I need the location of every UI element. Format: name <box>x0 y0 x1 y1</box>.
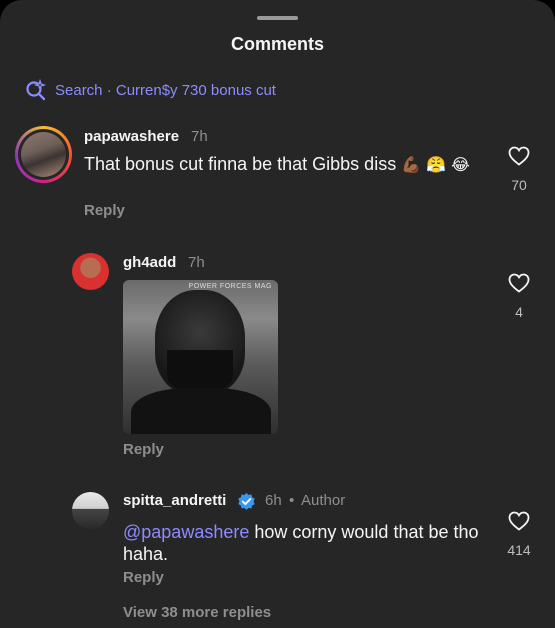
page-title: Comments <box>230 34 324 54</box>
search-suggestion-link[interactable]: Search · Curren$y 730 bonus cut <box>25 79 276 101</box>
emoji: 💪🏾 <box>401 155 422 174</box>
like-count: 70 <box>511 177 527 193</box>
comment-text-content: That bonus cut finna be that Gibbs diss <box>84 154 397 174</box>
search-suggestion-text: Search · Curren$y 730 bonus cut <box>55 81 276 99</box>
image-watermark: POWER FORCES MAG <box>188 283 272 290</box>
separator-dot: • <box>289 492 295 509</box>
comment-image[interactable]: POWER FORCES MAG <box>123 280 278 434</box>
emoji: 😂 <box>451 155 470 174</box>
like-count: 414 <box>507 542 531 558</box>
like-button[interactable]: 4 <box>499 273 539 320</box>
heart-icon <box>508 146 530 171</box>
photo-subject-beard <box>167 350 233 392</box>
comment-username[interactable]: gh4add <box>123 254 176 271</box>
comment-time: 6h <box>265 492 282 509</box>
like-button[interactable]: 70 <box>499 146 539 193</box>
heart-icon <box>508 511 530 536</box>
comment-text: @papawashere how corny would that be tho… <box>123 521 483 565</box>
reply-button[interactable]: Reply <box>84 202 125 219</box>
comment-username[interactable]: spitta_andretti <box>123 492 226 509</box>
search-sparkle-icon <box>25 79 47 101</box>
like-button[interactable]: 414 <box>499 511 539 558</box>
comment-time: 7h <box>191 128 208 145</box>
emoji: 😤 <box>426 155 447 174</box>
reply-button[interactable]: Reply <box>123 569 164 586</box>
heart-icon <box>508 273 530 298</box>
reply-button[interactable]: Reply <box>123 441 164 458</box>
like-count: 4 <box>515 304 523 320</box>
mention-link[interactable]: @papawashere <box>123 522 249 542</box>
photo-subject-body <box>131 388 271 434</box>
comment-time: 7h <box>188 254 205 271</box>
verified-badge-icon <box>237 492 256 516</box>
view-more-replies-button[interactable]: View 38 more replies <box>123 604 271 621</box>
drag-handle[interactable] <box>257 16 298 20</box>
comment-text: That bonus cut finna be that Gibbs diss … <box>84 153 484 176</box>
avatar[interactable] <box>72 492 109 529</box>
comment-username[interactable]: papawashere <box>84 128 179 145</box>
comments-sheet: Comments Search · Curren$y 730 bonus cut… <box>0 0 555 628</box>
author-label: Author <box>301 492 346 509</box>
avatar[interactable] <box>15 126 72 183</box>
avatar[interactable] <box>72 253 109 290</box>
